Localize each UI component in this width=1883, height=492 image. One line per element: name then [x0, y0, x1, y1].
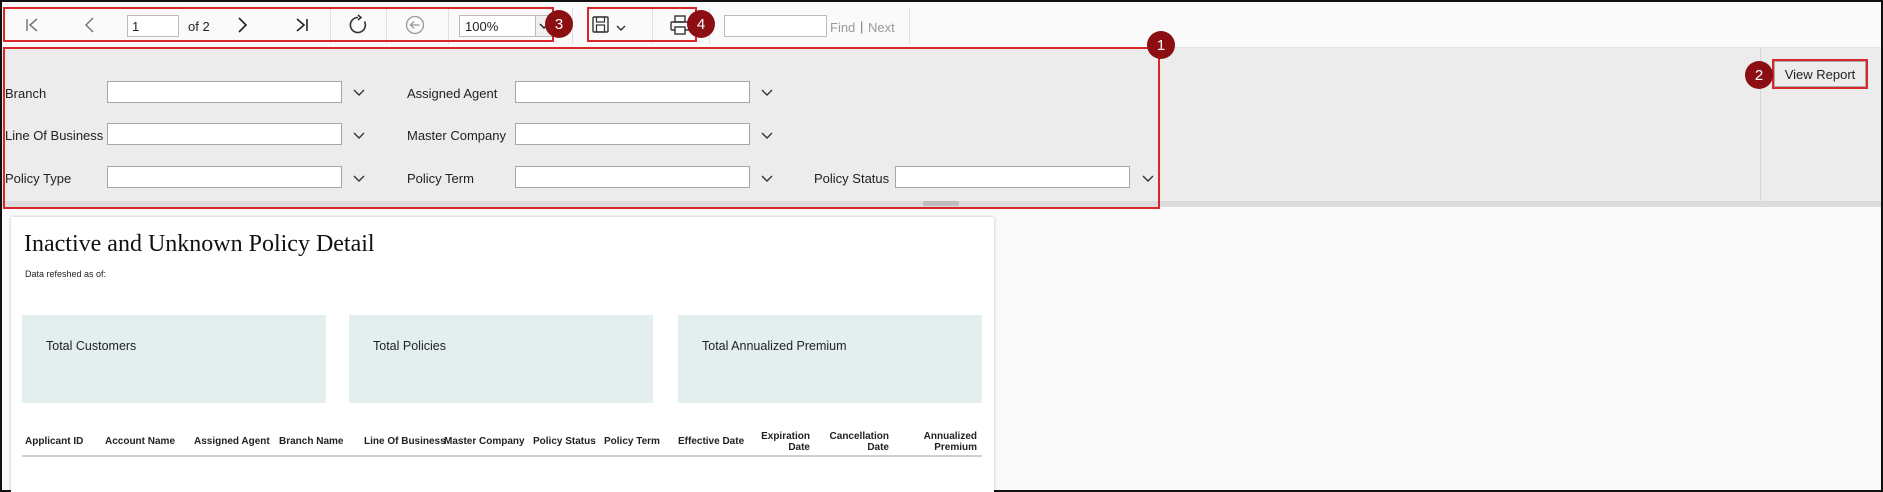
chevron-down-icon[interactable]: [352, 131, 366, 141]
zoom-value: 100%: [465, 19, 499, 34]
previous-page-button[interactable]: [72, 10, 108, 40]
line-of-business-field[interactable]: [107, 123, 342, 145]
toolbar-separator: [386, 8, 387, 44]
page-count-label: of 2: [188, 19, 210, 34]
annotation-badge-3: 3: [545, 10, 573, 38]
chevron-down-icon[interactable]: [760, 174, 774, 184]
data-refreshed-label: Data refeshed as of:: [25, 269, 107, 279]
refresh-button[interactable]: [340, 10, 376, 40]
kpi-label: Total Policies: [373, 339, 446, 353]
chevron-right-icon: [238, 17, 248, 33]
save-icon: [592, 16, 626, 33]
kpi-total-customers: Total Customers: [22, 315, 326, 403]
view-report-button[interactable]: View Report: [1774, 61, 1866, 87]
assigned-agent-field[interactable]: [515, 81, 750, 103]
assigned-agent-label: Assigned Agent: [407, 86, 498, 101]
toolbar-separator: [448, 8, 449, 44]
master-company-field[interactable]: [515, 123, 750, 145]
export-button[interactable]: [587, 10, 639, 40]
kpi-total-annualized-premium: Total Annualized Premium: [678, 315, 982, 403]
column-header-cancellation-date: Cancellation Date: [810, 431, 889, 453]
chevron-down-icon[interactable]: [352, 88, 366, 98]
column-header-line-of-business: Line Of Business: [364, 436, 446, 447]
policy-term-field[interactable]: [515, 166, 750, 188]
policy-type-label: Policy Type: [5, 171, 72, 186]
report-toolbar: of 2 100% Find | Next: [2, 2, 1881, 48]
last-page-button[interactable]: [284, 10, 320, 40]
zoom-select[interactable]: 100%: [459, 15, 553, 37]
header-line: Premium: [934, 442, 977, 453]
find-input[interactable]: [724, 15, 827, 37]
kpi-label: Total Annualized Premium: [702, 339, 847, 353]
chevron-down-icon[interactable]: [352, 174, 366, 184]
column-header-expiration-date: Expiration Date: [740, 431, 810, 453]
refresh-icon: [349, 14, 367, 34]
column-header-master-company: Master Company: [444, 436, 525, 447]
header-line: Annualized: [923, 431, 977, 442]
toolbar-separator: [909, 8, 910, 44]
column-header-annualized-premium: Annualized Premium: [907, 431, 977, 453]
first-page-button[interactable]: [14, 10, 50, 40]
policy-term-label: Policy Term: [407, 171, 474, 186]
chevron-down-icon[interactable]: [760, 88, 774, 98]
toolbar-separator: [652, 8, 653, 44]
page-number-input[interactable]: [127, 15, 179, 37]
master-company-label: Master Company: [407, 128, 506, 143]
kpi-total-policies: Total Policies: [349, 315, 653, 403]
header-line: Cancellation: [829, 431, 889, 442]
back-to-parent-button[interactable]: [397, 10, 433, 40]
chevron-left-icon: [84, 17, 94, 33]
header-line: Date: [788, 442, 810, 453]
branch-label: Branch: [5, 86, 47, 101]
policy-type-field[interactable]: [107, 166, 342, 188]
annotation-badge-2: 2: [1745, 61, 1773, 89]
find-next-button[interactable]: Next: [868, 20, 895, 35]
chevron-down-icon[interactable]: [1141, 174, 1155, 184]
column-header-branch-name: Branch Name: [279, 436, 344, 447]
column-header-effective-date: Effective Date: [678, 436, 745, 447]
policy-status-label: Policy Status: [814, 171, 890, 186]
next-page-button[interactable]: [224, 10, 260, 40]
column-header-assigned-agent: Assigned Agent: [194, 436, 270, 447]
toolbar-separator: [330, 8, 331, 44]
last-page-icon: [296, 18, 308, 32]
header-line: Expiration: [761, 431, 810, 442]
table-header-rule: [22, 455, 982, 457]
column-header-policy-status: Policy Status: [533, 436, 596, 447]
chevron-down-icon[interactable]: [760, 131, 774, 141]
column-header-policy-term: Policy Term: [604, 436, 660, 447]
back-arrow-icon: [405, 15, 425, 35]
column-header-applicant-id: Applicant ID: [25, 436, 84, 447]
annotation-badge-4: 4: [687, 10, 715, 38]
parameter-panel-splitter[interactable]: [923, 201, 959, 206]
find-button[interactable]: Find: [830, 20, 855, 35]
header-line: Date: [867, 442, 889, 453]
branch-field[interactable]: [107, 81, 342, 103]
first-page-icon: [26, 18, 38, 32]
policy-status-field[interactable]: [895, 166, 1130, 188]
find-separator: |: [860, 19, 864, 34]
column-header-account-name: Account Name: [105, 436, 176, 447]
line-of-business-label: Line Of Business: [5, 128, 104, 143]
kpi-label: Total Customers: [46, 339, 137, 353]
annotation-badge-1: 1: [1147, 31, 1175, 59]
report-title: Inactive and Unknown Policy Detail: [24, 231, 375, 257]
